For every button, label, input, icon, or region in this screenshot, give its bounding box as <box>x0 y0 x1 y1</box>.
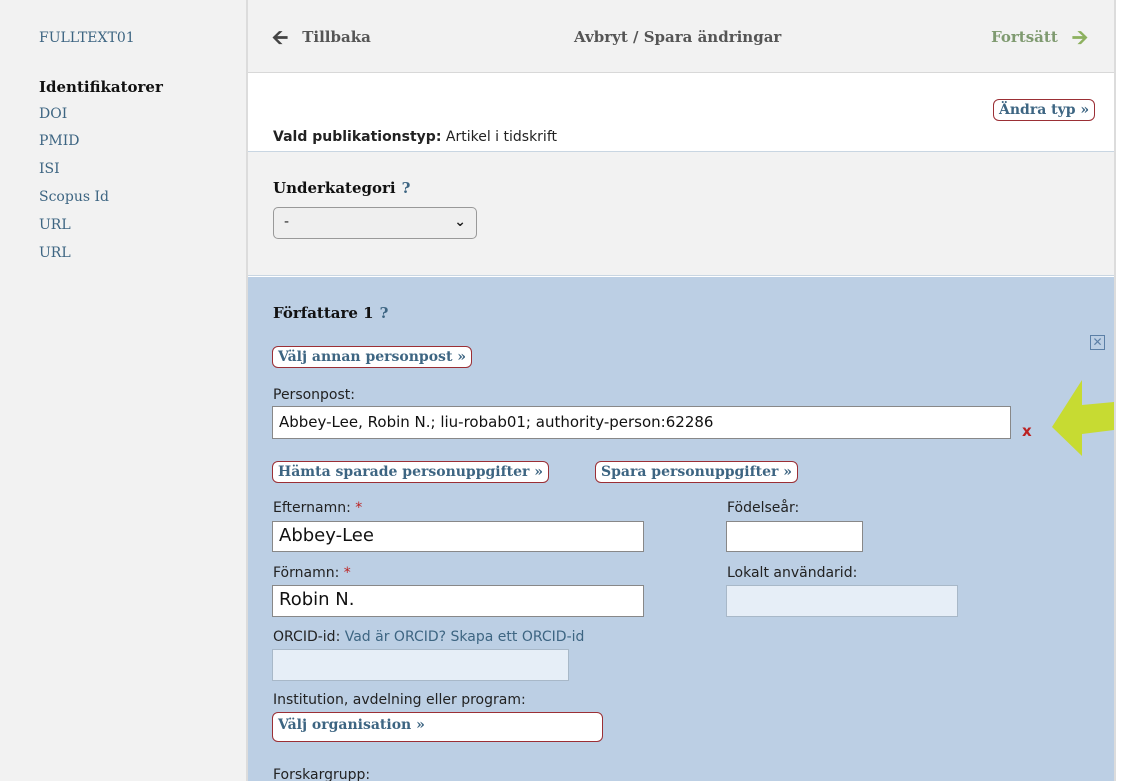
sidebar-item-isi[interactable]: ISI <box>39 161 60 177</box>
personpost-field[interactable]: Abbey-Lee, Robin N.; liu-robab01; author… <box>272 406 1011 439</box>
subcategory-label: Underkategori <box>273 179 396 197</box>
required-mark: * <box>343 565 351 581</box>
orcid-field[interactable] <box>272 649 569 681</box>
sidebar: FULLTEXT01 Identifikatorer DOI PMID ISI … <box>0 0 246 781</box>
choose-person-button[interactable]: Välj annan personpost » <box>272 346 473 368</box>
research-group-label: Forskargrupp: <box>273 767 371 781</box>
author-section: Författare 1? ✕ Välj annan personpost » … <box>248 277 1114 781</box>
back-button[interactable]: 🡨 Tillbaka <box>272 24 371 49</box>
sidebar-item-url-1[interactable]: URL <box>39 217 71 233</box>
sidebar-item-pmid[interactable]: PMID <box>39 133 80 149</box>
top-navigation: 🡨 Tillbaka Avbryt / Spara ändringar Fort… <box>248 0 1114 73</box>
local-userid-label: Lokalt användarid: <box>727 565 858 581</box>
remove-person-icon[interactable]: x <box>1022 422 1032 440</box>
continue-button[interactable]: Fortsätt 🡪 <box>991 24 1088 49</box>
continue-label: Fortsätt <box>991 28 1058 46</box>
local-userid-field <box>726 585 958 617</box>
publication-type-value: Artikel i tidskrift <box>445 129 557 145</box>
cancel-save-link[interactable]: Avbryt / Spara ändringar <box>574 28 781 46</box>
sidebar-item-fulltext[interactable]: FULLTEXT01 <box>39 30 135 46</box>
choose-organisation-button[interactable]: Välj organisation » <box>272 712 603 742</box>
main-panel: 🡨 Tillbaka Avbryt / Spara ändringar Fort… <box>246 0 1116 781</box>
orcid-create-link[interactable]: Skapa ett ORCID-id <box>451 629 585 645</box>
personpost-label: Personpost: <box>273 387 355 403</box>
orcid-label-row: ORCID-id: Vad är ORCID? Skapa ett ORCID-… <box>273 629 584 645</box>
author-help-icon[interactable]: ? <box>380 304 389 322</box>
publication-type-section: Vald publikationstyp: Artikel i tidskrif… <box>248 73 1114 152</box>
arrow-right-icon: 🡪 <box>1071 24 1088 49</box>
birthyear-field[interactable] <box>726 521 863 552</box>
subcategory-help-icon[interactable]: ? <box>402 179 411 197</box>
fetch-saved-person-button[interactable]: Hämta sparade personuppgifter » <box>272 461 550 483</box>
save-person-button[interactable]: Spara personuppgifter » <box>595 461 799 483</box>
sidebar-heading-identifiers: Identifikatorer <box>39 78 163 96</box>
institution-label: Institution, avdelning eller program: <box>273 692 526 708</box>
back-label: Tillbaka <box>302 28 371 46</box>
firstname-label: Förnamn: * <box>273 565 351 581</box>
lastname-field[interactable]: Abbey-Lee <box>272 521 644 552</box>
change-type-button[interactable]: Ändra typ » <box>993 99 1096 121</box>
sidebar-item-doi[interactable]: DOI <box>39 106 67 122</box>
publication-type-label: Vald publikationstyp: <box>273 129 442 145</box>
subcategory-title: Underkategori? <box>273 179 410 197</box>
chevron-down-icon: ⌄ <box>454 214 466 230</box>
arrow-left-icon: 🡨 <box>272 24 289 49</box>
orcid-what-link[interactable]: Vad är ORCID? <box>345 629 446 645</box>
firstname-field[interactable]: Robin N. <box>272 585 644 617</box>
sidebar-item-scopus[interactable]: Scopus Id <box>39 189 109 205</box>
sidebar-item-url-2[interactable]: URL <box>39 245 71 261</box>
author-label: Författare 1 <box>273 304 374 322</box>
required-mark: * <box>355 500 363 516</box>
birthyear-label: Födelseår: <box>727 500 800 516</box>
orcid-label: ORCID-id: <box>273 629 341 645</box>
close-icon[interactable]: ✕ <box>1090 335 1105 350</box>
subcategory-selected: - <box>284 214 290 230</box>
author-title: Författare 1? <box>273 304 388 322</box>
publication-type-text: Vald publikationstyp: Artikel i tidskrif… <box>273 129 557 145</box>
lastname-label: Efternamn: * <box>273 500 363 516</box>
subcategory-section: Underkategori? - ⌄ <box>248 152 1114 276</box>
subcategory-select[interactable]: - ⌄ <box>273 207 477 239</box>
annotation-arrow-icon <box>1052 380 1114 456</box>
